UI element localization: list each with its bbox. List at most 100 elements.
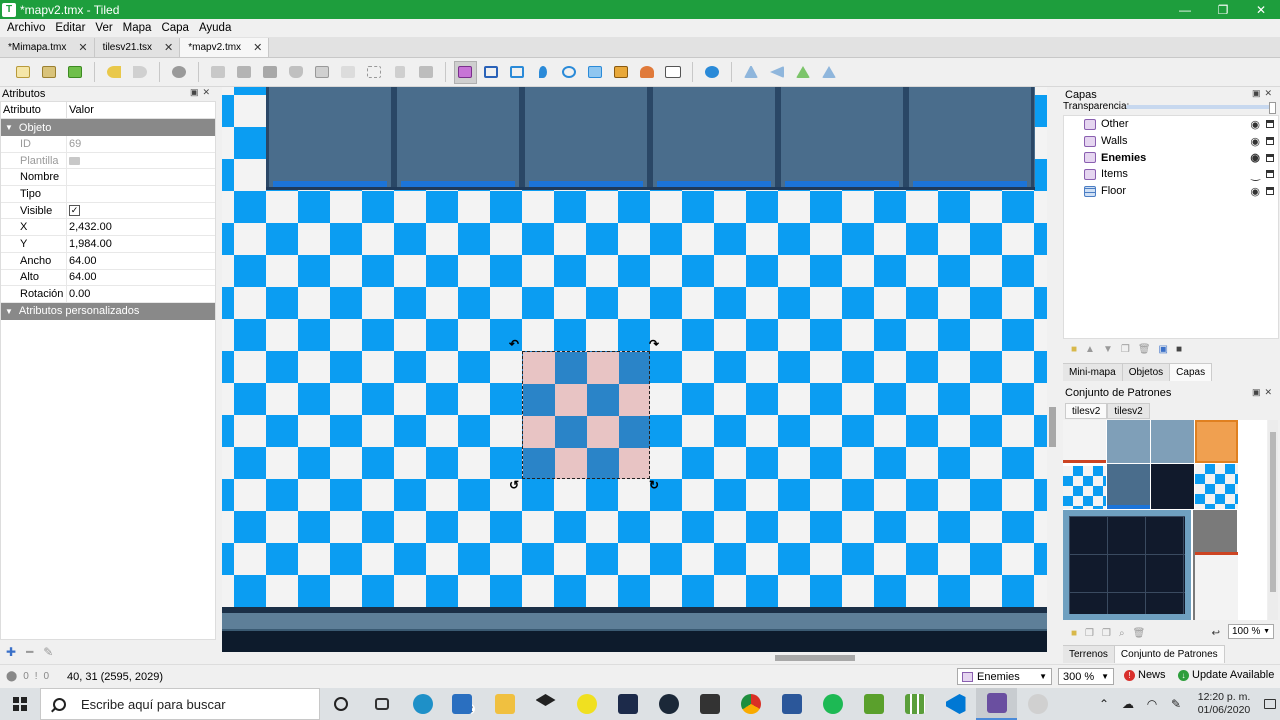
chevron-up-icon[interactable]: ⌃ bbox=[1092, 697, 1116, 711]
wang-brush-button[interactable] bbox=[259, 61, 282, 84]
remove-tileset-icon[interactable]: 🗑 bbox=[1133, 628, 1146, 639]
terrain-brush-button[interactable] bbox=[233, 61, 256, 84]
move-button[interactable] bbox=[701, 61, 724, 84]
opacity-slider[interactable] bbox=[1126, 102, 1276, 114]
lock-icon[interactable] bbox=[1266, 187, 1274, 196]
tile[interactable] bbox=[1063, 420, 1106, 463]
visibility-eye-icon[interactable]: ◉ bbox=[1250, 135, 1260, 148]
column-header-value[interactable]: Valor bbox=[67, 102, 94, 118]
insert-point-button[interactable] bbox=[532, 61, 555, 84]
menu-archivo[interactable]: Archivo bbox=[7, 22, 45, 34]
visibility-eye-icon[interactable]: ◉ bbox=[1250, 151, 1260, 164]
tab-layers[interactable]: Capas bbox=[1170, 364, 1213, 381]
show-hide-icon[interactable]: ▣ bbox=[1159, 344, 1168, 355]
duplicate-layer-icon[interactable]: ❐ bbox=[1121, 344, 1130, 355]
tab-terrains[interactable]: Terrenos bbox=[1063, 646, 1115, 663]
menu-mapa[interactable]: Mapa bbox=[123, 22, 152, 34]
property-row-visible[interactable]: Visible ✓ bbox=[1, 202, 215, 220]
tile-big[interactable] bbox=[1063, 510, 1191, 620]
tiled-taskbar-button[interactable] bbox=[976, 688, 1017, 720]
insert-tile-button[interactable] bbox=[610, 61, 633, 84]
new-file-button[interactable] bbox=[12, 61, 35, 84]
taskbar-search[interactable]: Escribe aquí para buscar bbox=[40, 688, 320, 720]
tab-objects[interactable]: Objetos bbox=[1122, 364, 1171, 381]
layer-item-floor[interactable]: Floor ◉ bbox=[1064, 183, 1278, 200]
grid-app-button[interactable] bbox=[894, 688, 935, 720]
new-tileset-icon[interactable]: ■ bbox=[1071, 628, 1077, 639]
close-icon[interactable]: ✕ bbox=[253, 41, 262, 54]
add-property-icon[interactable]: ✚ bbox=[6, 645, 16, 659]
lock-icon[interactable] bbox=[1266, 153, 1274, 162]
menu-capa[interactable]: Capa bbox=[161, 22, 189, 34]
tab-tilesv21[interactable]: tilesv21.tsx ✕ bbox=[94, 38, 181, 57]
height-field[interactable]: 64.00 bbox=[67, 270, 215, 286]
cortana-button[interactable] bbox=[320, 688, 361, 720]
terminal-app-button[interactable] bbox=[607, 688, 648, 720]
edit-tileset-icon[interactable]: ⌕ bbox=[1119, 628, 1125, 639]
layer-item-other[interactable]: Other ◉ bbox=[1064, 116, 1278, 133]
tile[interactable] bbox=[1195, 464, 1238, 509]
export-tileset-icon[interactable]: ❐ bbox=[1102, 628, 1111, 639]
rotate-handle-bottom-right[interactable]: ↻ bbox=[649, 478, 659, 492]
tile[interactable] bbox=[1195, 552, 1238, 620]
magic-wand-button[interactable] bbox=[389, 61, 412, 84]
tileset-zoom-select[interactable]: 100 % ▼ bbox=[1228, 624, 1274, 639]
undo-button[interactable] bbox=[103, 61, 126, 84]
insert-polygon-button[interactable] bbox=[584, 61, 607, 84]
close-icon[interactable]: ✕ bbox=[164, 41, 173, 54]
visibility-eye-icon[interactable]: ◉ bbox=[1250, 118, 1260, 131]
select-objects-button[interactable] bbox=[453, 60, 477, 84]
rotate-right-button[interactable] bbox=[818, 61, 841, 84]
import-tileset-icon[interactable]: ❐ bbox=[1085, 628, 1094, 639]
dock-buttons[interactable]: ▣✕ bbox=[1252, 387, 1276, 398]
wifi-icon[interactable]: ◠ bbox=[1140, 697, 1164, 711]
same-tile-select-button[interactable] bbox=[415, 61, 438, 84]
dock-buttons[interactable]: ▣✕ bbox=[1252, 88, 1276, 99]
tile-selected[interactable] bbox=[1195, 420, 1238, 463]
group-custom-properties[interactable]: ▼ Atributos personalizados bbox=[1, 302, 215, 320]
type-field[interactable] bbox=[67, 186, 215, 202]
tile[interactable] bbox=[1151, 464, 1194, 509]
dynamic-wrap-icon[interactable]: ↩ bbox=[1212, 628, 1220, 639]
edge-button[interactable] bbox=[402, 688, 443, 720]
x-field[interactable]: 2,432.00 bbox=[67, 219, 215, 235]
delete-layer-icon[interactable]: 🗑 bbox=[1138, 344, 1151, 355]
lock-icon[interactable] bbox=[1266, 170, 1274, 179]
property-row-x[interactable]: X 2,432.00 bbox=[1, 219, 215, 237]
steam-button[interactable] bbox=[648, 688, 689, 720]
vscode-button[interactable] bbox=[935, 688, 976, 720]
shape-fill-button[interactable] bbox=[311, 61, 334, 84]
new-layer-icon[interactable]: ■ bbox=[1071, 344, 1077, 355]
insert-template-button[interactable] bbox=[636, 61, 659, 84]
rotate-left-button[interactable] bbox=[792, 61, 815, 84]
map-vertical-scrollbar[interactable] bbox=[1048, 87, 1057, 652]
layer-item-enemies[interactable]: Enemies ◉ bbox=[1064, 149, 1278, 166]
pen-icon[interactable]: ✎ bbox=[1164, 697, 1188, 711]
tab-tilesv2[interactable]: tilesv2 bbox=[1065, 403, 1108, 419]
lock-all-icon[interactable]: ■ bbox=[1176, 344, 1182, 355]
tileset-scrollbar[interactable] bbox=[1268, 420, 1278, 620]
tab-tilesets[interactable]: Conjunto de Patrones bbox=[1114, 646, 1225, 663]
generic-app-button[interactable] bbox=[1017, 688, 1058, 720]
tileset-view[interactable] bbox=[1063, 420, 1267, 620]
onedrive-icon[interactable]: ☁ bbox=[1116, 697, 1140, 711]
layer-item-items[interactable]: Items ‿ bbox=[1064, 166, 1278, 183]
insert-text-button[interactable] bbox=[662, 61, 685, 84]
menu-ver[interactable]: Ver bbox=[95, 22, 112, 34]
insert-ellipse-button[interactable] bbox=[558, 61, 581, 84]
map-horizontal-scrollbar[interactable] bbox=[222, 652, 1048, 664]
word-button[interactable] bbox=[771, 688, 812, 720]
menu-ayuda[interactable]: Ayuda bbox=[199, 22, 231, 34]
lock-icon[interactable] bbox=[1266, 137, 1274, 146]
property-row-height[interactable]: Alto 64.00 bbox=[1, 269, 215, 287]
spotify-button[interactable] bbox=[812, 688, 853, 720]
tile[interactable] bbox=[1107, 420, 1150, 463]
minimize-button[interactable]: — bbox=[1166, 0, 1204, 19]
rotate-handle-top-right[interactable]: ↷ bbox=[649, 337, 659, 351]
layer-item-walls[interactable]: Walls ◉ bbox=[1064, 133, 1278, 150]
name-field[interactable] bbox=[67, 169, 215, 185]
notifications-button[interactable] bbox=[1260, 688, 1280, 720]
visible-checkbox[interactable]: ✓ bbox=[69, 205, 80, 217]
visibility-eye-icon[interactable]: ◉ bbox=[1250, 185, 1260, 198]
property-row-width[interactable]: Ancho 64.00 bbox=[1, 252, 215, 270]
